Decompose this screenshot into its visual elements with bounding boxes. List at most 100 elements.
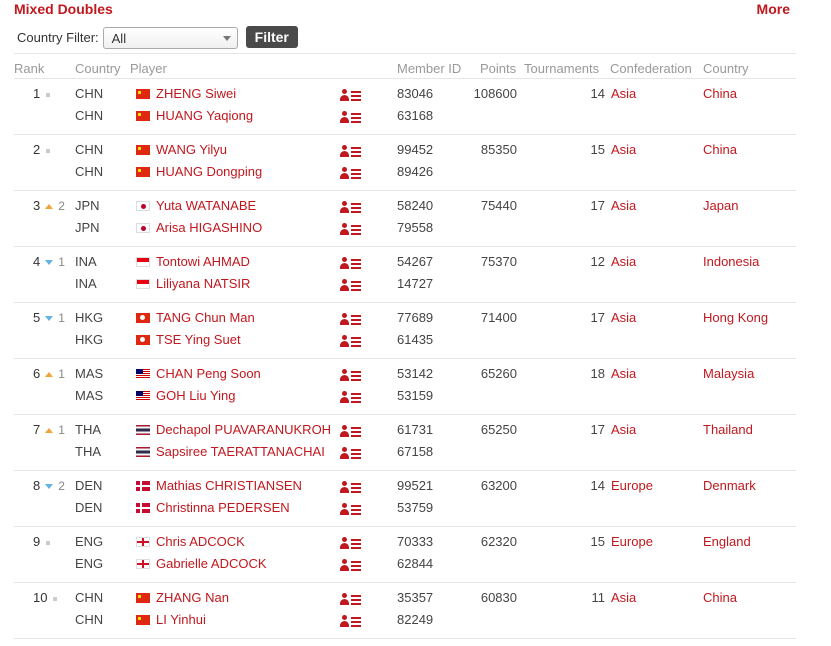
player-profile-icon[interactable]: [340, 446, 362, 460]
player-link[interactable]: TANG Chun Man: [136, 310, 255, 326]
row-divider: [14, 526, 796, 527]
more-link[interactable]: More: [757, 1, 790, 17]
row-divider: [14, 246, 796, 247]
country-flag-icon: [136, 537, 150, 547]
member-id: 61435: [397, 332, 434, 347]
player-profile-icon[interactable]: [340, 558, 362, 572]
confederation-link[interactable]: Asia: [611, 422, 636, 438]
player-name: Gabrielle ADCOCK: [156, 556, 267, 571]
player-link[interactable]: HUANG Dongping: [136, 164, 262, 180]
player-profile-icon[interactable]: [340, 480, 362, 494]
row-divider: [14, 134, 796, 135]
player-link[interactable]: Sapsiree TAERATTANACHAI: [136, 444, 325, 460]
rank-cell: 1: [33, 86, 55, 102]
points-value: 65250: [480, 422, 517, 437]
member-id: 83046: [397, 86, 434, 101]
player-profile-icon[interactable]: [340, 88, 362, 102]
country-link[interactable]: England: [703, 534, 751, 550]
player-link[interactable]: Chris ADCOCK: [136, 534, 245, 550]
player-link[interactable]: CHAN Peng Soon: [136, 366, 261, 382]
player-profile-icon[interactable]: [340, 368, 362, 382]
confederation-link[interactable]: Asia: [611, 590, 636, 606]
player-profile-icon[interactable]: [340, 110, 362, 124]
col-header-player: Player: [130, 61, 167, 76]
rank-value: 10: [33, 590, 48, 605]
confederation-link[interactable]: Asia: [611, 142, 636, 158]
country-link[interactable]: Malaysia: [703, 366, 754, 382]
player-profile-icon[interactable]: [340, 334, 362, 348]
country-flag-icon: [136, 111, 150, 121]
country-link[interactable]: China: [703, 86, 737, 102]
confederation-link[interactable]: Asia: [611, 310, 636, 326]
player-link[interactable]: TSE Ying Suet: [136, 332, 241, 348]
confederation-link[interactable]: Asia: [611, 366, 636, 382]
player-profile-icon[interactable]: [340, 592, 362, 606]
country-flag-icon: [136, 447, 150, 457]
row-divider: [14, 638, 796, 639]
player-name: GOH Liu Ying: [156, 388, 236, 403]
confederation-link[interactable]: Asia: [611, 254, 636, 270]
tournaments-value: 17: [590, 422, 605, 437]
player-link[interactable]: Arisa HIGASHINO: [136, 220, 262, 236]
player-name: HUANG Dongping: [156, 164, 263, 179]
chevron-down-icon: [222, 35, 231, 41]
rank-down-icon: [45, 316, 54, 322]
member-id: 62844: [397, 556, 434, 571]
rank-down-icon: [45, 484, 54, 490]
country-link[interactable]: China: [703, 142, 737, 158]
player-profile-icon[interactable]: [340, 502, 362, 516]
confederation-link[interactable]: Europe: [611, 534, 653, 550]
country-link[interactable]: Japan: [703, 198, 738, 214]
player-profile-icon[interactable]: [340, 312, 362, 326]
col-header-country-code: Country: [75, 61, 121, 76]
player-profile-icon[interactable]: [340, 424, 362, 438]
country-filter-select[interactable]: All: [102, 27, 238, 49]
player-link[interactable]: Tontowi AHMAD: [136, 254, 250, 270]
player-link[interactable]: Gabrielle ADCOCK: [136, 556, 267, 572]
player-profile-icon[interactable]: [340, 536, 362, 550]
points-value: 63200: [480, 478, 517, 493]
country-link[interactable]: Thailand: [703, 422, 753, 438]
player-name: HUANG Yaqiong: [156, 108, 254, 123]
confederation-link[interactable]: Europe: [611, 478, 653, 494]
player-profile-icon[interactable]: [340, 144, 362, 158]
player-profile-icon[interactable]: [340, 200, 362, 214]
country-flag-icon: [136, 391, 150, 401]
tournaments-value: 18: [590, 366, 605, 381]
filter-button[interactable]: Filter: [245, 26, 298, 48]
rank-movement: 1: [58, 367, 65, 381]
confederation-link[interactable]: Asia: [611, 198, 636, 214]
player-name: Tontowi AHMAD: [156, 254, 250, 269]
player-link[interactable]: Mathias CHRISTIANSEN: [136, 478, 302, 494]
rank-value: 5: [33, 310, 41, 325]
rank-unchanged-icon: [53, 596, 58, 601]
country-link[interactable]: China: [703, 590, 737, 606]
rank-cell: 2: [33, 142, 55, 158]
country-link[interactable]: Hong Kong: [703, 310, 768, 326]
player-profile-icon[interactable]: [340, 278, 362, 292]
player-profile-icon[interactable]: [340, 222, 362, 236]
player-link[interactable]: LI Yinhui: [136, 612, 206, 628]
player-link[interactable]: Yuta WATANABE: [136, 198, 256, 214]
rank-movement: 2: [58, 199, 65, 213]
player-link[interactable]: Dechapol PUAVARANUKROH: [136, 422, 331, 438]
player-link[interactable]: Christinna PEDERSEN: [136, 500, 290, 516]
country-link[interactable]: Denmark: [703, 478, 756, 494]
player-link[interactable]: ZHENG Siwei: [136, 86, 236, 102]
player-name: ZHENG Siwei: [156, 86, 237, 101]
player-profile-icon[interactable]: [340, 166, 362, 180]
confederation-link[interactable]: Asia: [611, 86, 636, 102]
country-link[interactable]: Indonesia: [703, 254, 759, 270]
player-link[interactable]: HUANG Yaqiong: [136, 108, 253, 124]
player-profile-icon[interactable]: [340, 390, 362, 404]
player-link[interactable]: WANG Yilyu: [136, 142, 227, 158]
player-name: LI Yinhui: [156, 612, 206, 627]
player-link[interactable]: GOH Liu Ying: [136, 388, 236, 404]
player-name: WANG Yilyu: [156, 142, 228, 157]
player-link[interactable]: ZHANG Nan: [136, 590, 229, 606]
player-link[interactable]: Liliyana NATSIR: [136, 276, 250, 292]
player-profile-icon[interactable]: [340, 256, 362, 270]
country-code: JPN: [75, 198, 100, 213]
player-profile-icon[interactable]: [340, 614, 362, 628]
points-value: 62320: [480, 534, 517, 549]
